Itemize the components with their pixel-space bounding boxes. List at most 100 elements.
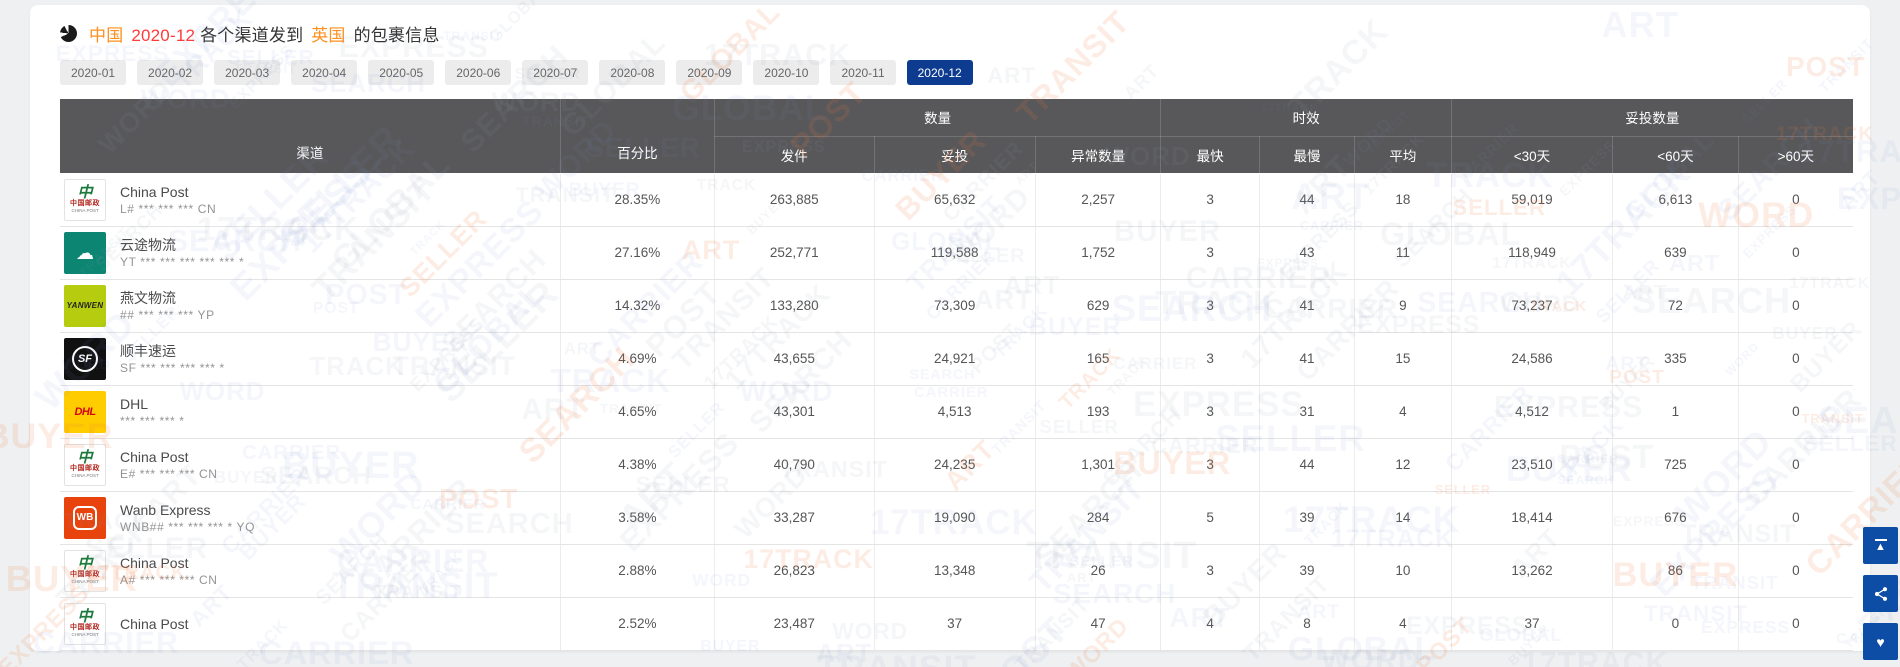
heart-icon: ♥ bbox=[1876, 633, 1885, 650]
yunexpress-logo: ☁ bbox=[64, 231, 106, 274]
tracking-number-mask: SF *** *** *** *** * bbox=[120, 360, 225, 375]
cell-delivered: 13,348 bbox=[874, 544, 1036, 598]
table-row[interactable]: 中中国邮政 CHINA POST China Post L# *** *** **… bbox=[60, 173, 1853, 227]
cell-gt60d: 0 bbox=[1738, 385, 1853, 439]
tab-2020-12[interactable]: 2020-12 bbox=[906, 60, 973, 85]
tracking-number-mask: *** *** *** * bbox=[120, 413, 185, 428]
cell-sent: 26,823 bbox=[714, 544, 875, 598]
table-row[interactable]: SF 顺丰速运 SF *** *** *** *** * 4.69% 43,65… bbox=[60, 332, 1853, 386]
col-header-gt60d: >60天 bbox=[1737, 135, 1853, 174]
col-header-fastest: 最快 bbox=[1160, 135, 1260, 174]
title-month: 2020-12 bbox=[131, 25, 196, 45]
tab-2020-11[interactable]: 2020-11 bbox=[830, 60, 896, 85]
cell-percent: 4.65% bbox=[560, 385, 715, 439]
cell-abnormal: 2,257 bbox=[1035, 173, 1162, 227]
cell-gt60d: 0 bbox=[1738, 332, 1853, 386]
col-header-lt60d: <60天 bbox=[1612, 135, 1739, 174]
page-title: 中国 2020-12 各个渠道发到 英国 的包裹信息 bbox=[89, 21, 443, 46]
cell-sent: 33,287 bbox=[714, 491, 875, 545]
tab-2020-06[interactable]: 2020-06 bbox=[445, 60, 512, 85]
table-row[interactable]: 中中国邮政 CHINA POST China Post E# *** *** **… bbox=[60, 438, 1853, 492]
china-post-logo: 中中国邮政 CHINA POST bbox=[64, 602, 106, 645]
cell-lt30d: 59,019 bbox=[1451, 173, 1614, 227]
tab-2020-09[interactable]: 2020-09 bbox=[676, 60, 743, 85]
cell-sent: 23,487 bbox=[714, 597, 875, 651]
table-row[interactable]: DHL DHL *** *** *** * 4.65% 43,301 4,513… bbox=[60, 385, 1853, 439]
page-title-row: 中国 2020-12 各个渠道发到 英国 的包裹信息 bbox=[60, 21, 1854, 45]
group-header-transit-time: 时效 bbox=[1160, 99, 1452, 137]
parcel-table: 渠道 百分比 数量 时效 妥投数量 发件 妥投 异常数量 最快 最慢 平均 <3… bbox=[60, 99, 1853, 651]
tab-2020-04[interactable]: 2020-04 bbox=[291, 60, 358, 85]
tab-2020-08[interactable]: 2020-08 bbox=[599, 60, 666, 85]
sf-logo: SF bbox=[64, 337, 106, 380]
cell-average: 4 bbox=[1354, 385, 1452, 439]
china-post-logo: 中中国邮政 CHINA POST bbox=[64, 178, 106, 221]
cell-percent: 2.52% bbox=[560, 597, 715, 651]
pie-chart-icon bbox=[60, 24, 77, 42]
cell-lt30d: 18,414 bbox=[1451, 491, 1614, 545]
yanwen-logo: YANWEN bbox=[64, 284, 106, 327]
cell-delivered: 24,921 bbox=[874, 332, 1036, 386]
cell-lt60d: 676 bbox=[1612, 491, 1739, 545]
cell-average: 11 bbox=[1354, 226, 1452, 280]
cell-fastest: 3 bbox=[1160, 385, 1260, 439]
favorite-button[interactable]: ♥ bbox=[1863, 623, 1898, 660]
cell-lt60d: 72 bbox=[1612, 279, 1739, 333]
tab-2020-01[interactable]: 2020-01 bbox=[60, 60, 127, 85]
tab-2020-02[interactable]: 2020-02 bbox=[137, 60, 204, 85]
table-row[interactable]: 中中国邮政 CHINA POST China Post 2.52% 23,487 … bbox=[60, 597, 1853, 651]
col-header-slowest: 最慢 bbox=[1258, 135, 1355, 174]
tab-2020-07[interactable]: 2020-07 bbox=[522, 60, 589, 85]
carrier-name: Wanb Express bbox=[120, 501, 211, 518]
cell-gt60d: 0 bbox=[1738, 597, 1853, 651]
cell-average: 14 bbox=[1354, 491, 1452, 545]
table-row[interactable]: WB Wanb Express WNB## *** *** *** * YQ 3… bbox=[60, 491, 1853, 545]
col-header-channel: 渠道 bbox=[60, 99, 561, 174]
cell-abnormal: 165 bbox=[1035, 332, 1162, 386]
title-origin-country: 中国 bbox=[89, 25, 124, 45]
cell-slowest: 39 bbox=[1259, 491, 1355, 545]
tab-2020-10[interactable]: 2020-10 bbox=[753, 60, 820, 85]
cell-delivered: 24,235 bbox=[874, 438, 1036, 492]
title-dest-country: 英国 bbox=[311, 25, 346, 45]
cell-percent: 3.58% bbox=[560, 491, 715, 545]
carrier-name: China Post bbox=[120, 554, 189, 571]
cell-sent: 252,771 bbox=[714, 226, 875, 280]
cell-fastest: 4 bbox=[1160, 597, 1260, 651]
cell-fastest: 5 bbox=[1160, 491, 1260, 545]
cell-slowest: 41 bbox=[1259, 279, 1355, 333]
cell-gt60d: 0 bbox=[1738, 279, 1853, 333]
cell-abnormal: 1,752 bbox=[1035, 226, 1162, 280]
cell-percent: 2.88% bbox=[560, 544, 715, 598]
cell-fastest: 3 bbox=[1160, 226, 1260, 280]
cell-lt60d: 639 bbox=[1612, 226, 1739, 280]
table-body: 中中国邮政 CHINA POST China Post L# *** *** **… bbox=[60, 173, 1853, 651]
cell-fastest: 3 bbox=[1160, 332, 1260, 386]
cell-delivered: 4,513 bbox=[874, 385, 1036, 439]
cell-lt30d: 23,510 bbox=[1451, 438, 1614, 492]
col-header-percent: 百分比 bbox=[559, 99, 715, 174]
cell-abnormal: 47 bbox=[1035, 597, 1162, 651]
content-card: 中国 2020-12 各个渠道发到 英国 的包裹信息 2020-01 2020-0… bbox=[30, 5, 1870, 651]
back-to-top-button[interactable]: ▲ bbox=[1863, 527, 1898, 564]
tracking-number-mask: L# *** *** *** CN bbox=[120, 201, 217, 216]
col-header-lt30d: <30天 bbox=[1450, 135, 1614, 174]
cell-lt60d: 0 bbox=[1612, 597, 1739, 651]
cell-lt30d: 24,586 bbox=[1451, 332, 1614, 386]
tab-2020-03[interactable]: 2020-03 bbox=[214, 60, 281, 85]
share-button[interactable] bbox=[1863, 575, 1898, 612]
cell-delivered: 65,632 bbox=[874, 173, 1036, 227]
carrier-name: 燕文物流 bbox=[120, 289, 176, 306]
cell-sent: 43,301 bbox=[714, 385, 875, 439]
cell-slowest: 39 bbox=[1259, 544, 1355, 598]
dhl-logo: DHL bbox=[64, 390, 106, 433]
tab-2020-05[interactable]: 2020-05 bbox=[368, 60, 435, 85]
cell-lt60d: 6,613 bbox=[1612, 173, 1739, 227]
cell-fastest: 3 bbox=[1160, 544, 1260, 598]
table-row[interactable]: 中中国邮政 CHINA POST China Post A# *** *** **… bbox=[60, 544, 1853, 598]
table-row[interactable]: ☁ 云途物流 YT *** *** *** *** *** * 27.16% 2… bbox=[60, 226, 1853, 280]
cell-abnormal: 26 bbox=[1035, 544, 1162, 598]
cell-delivered: 73,309 bbox=[874, 279, 1036, 333]
cell-lt30d: 4,512 bbox=[1451, 385, 1614, 439]
table-row[interactable]: YANWEN 燕文物流 ## *** *** *** YP 14.32% 133… bbox=[60, 279, 1853, 333]
